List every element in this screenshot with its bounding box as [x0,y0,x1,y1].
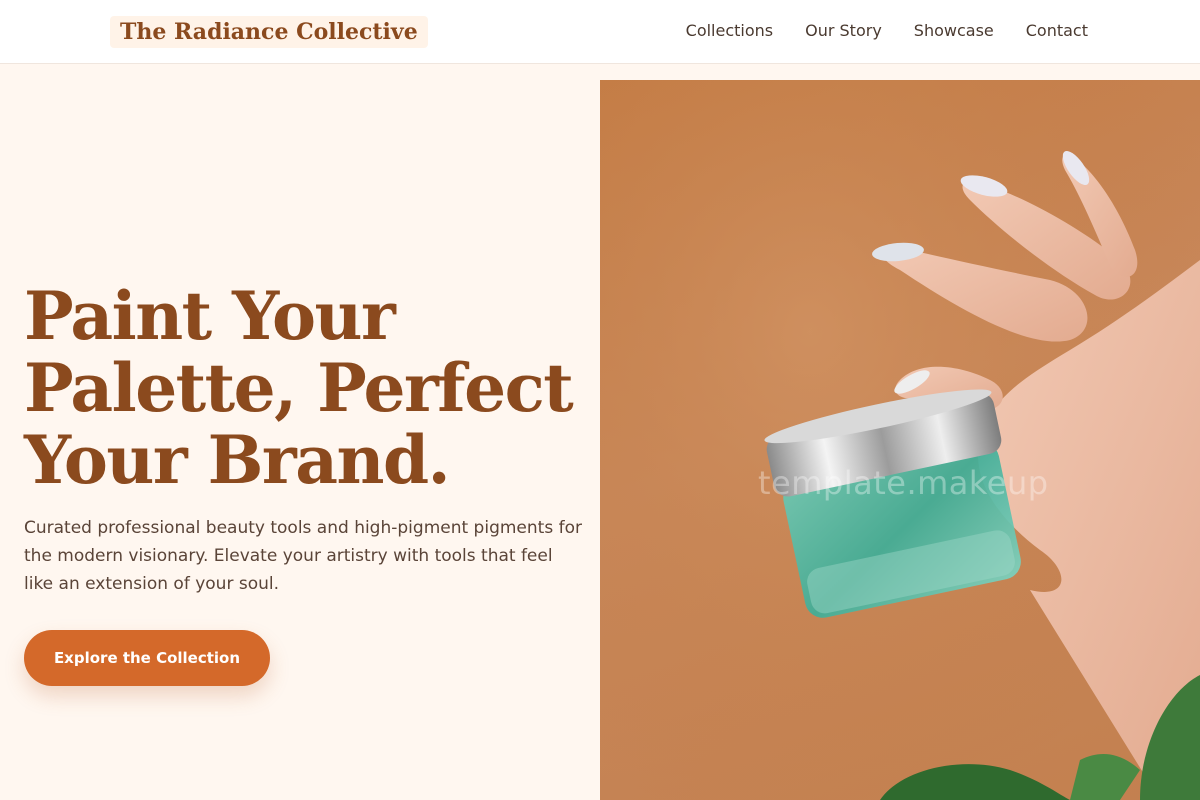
nav-link-showcase[interactable]: Showcase [914,18,994,44]
hand-holding-jar-illustration [600,80,1200,800]
hero-title: Paint Your Palette, Perfect Your Brand. [24,280,584,496]
hero-title-line: Paint Your [24,277,396,355]
site-header: The Radiance Collective Collections Our … [0,0,1200,64]
explore-collection-button[interactable]: Explore the Collection [24,630,270,686]
hero-subtitle: Curated professional beauty tools and hi… [24,518,582,594]
image-watermark: template.makeup [758,464,1049,502]
nav-link-collections[interactable]: Collections [686,18,773,44]
hero-image: template.makeup [600,80,1200,800]
nav-link-our-story[interactable]: Our Story [805,18,882,44]
brand-logo[interactable]: The Radiance Collective [110,16,428,48]
main-nav: Collections Our Story Showcase Contact [686,18,1088,44]
nav-link-contact[interactable]: Contact [1026,18,1088,44]
hero-title-line: Your Brand. [24,421,451,499]
hero-title-line: Palette, Perfect [24,349,574,427]
